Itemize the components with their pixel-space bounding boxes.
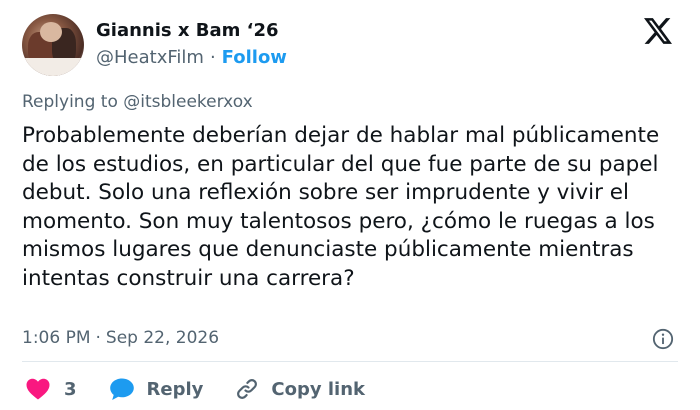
tweet-date: Sep 22, 2026 [105,328,220,348]
reply-button[interactable]: Reply [109,377,204,401]
tweet-text: Probablemente deberían dejar de hablar m… [22,123,660,291]
meta-separator: · [95,328,101,348]
replying-to-label: Replying to @itsbleekerxox [22,92,253,112]
divider [22,361,678,362]
info-icon[interactable] [652,328,674,350]
heart-icon[interactable] [26,378,50,400]
avatar[interactable] [22,14,84,76]
action-bar: 3 Reply Copy link [22,375,365,403]
speech-bubble-icon [109,378,134,400]
avatar-shape [22,58,84,76]
like-count: 3 [64,378,77,400]
avatar-shape [40,22,62,42]
author-handle-row: @HeatxFilm · Follow [96,47,287,68]
handle-separator: · [209,47,216,68]
x-logo-icon[interactable] [644,18,672,44]
author-display-name[interactable]: Giannis x Bam ‘26 [96,20,279,41]
tweet-timestamp[interactable]: 1:06 PM · Sep 22, 2026 [22,328,219,348]
tweet-time: 1:06 PM [22,328,91,348]
copy-link-label: Copy link [271,378,365,400]
follow-button[interactable]: Follow [222,47,287,68]
reply-label: Reply [146,378,204,400]
link-icon [237,379,258,399]
author-handle[interactable]: @HeatxFilm [96,47,204,68]
copy-link-button[interactable]: Copy link [235,377,365,401]
